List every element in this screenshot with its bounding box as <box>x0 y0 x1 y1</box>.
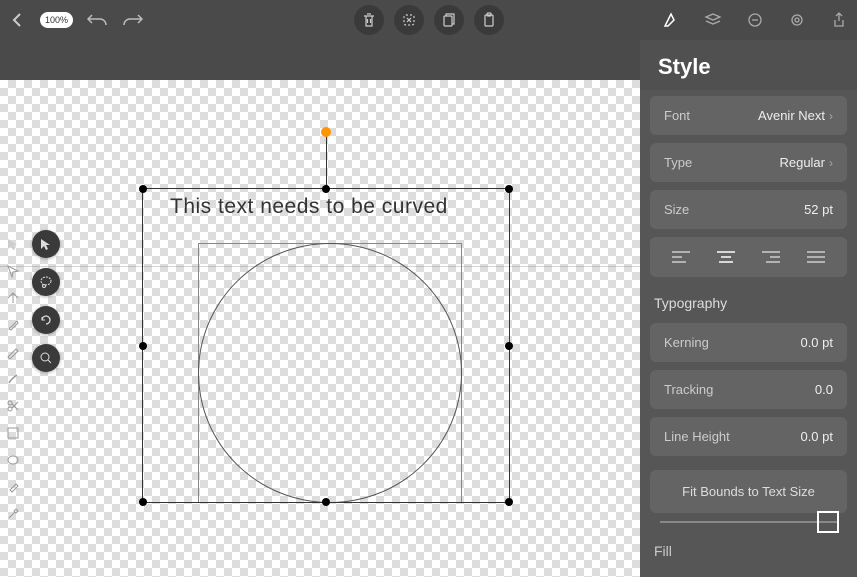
slider-thumb[interactable] <box>817 511 839 533</box>
brush-tool[interactable] <box>4 370 22 388</box>
topbar-right <box>661 10 857 30</box>
float-lasso-icon[interactable] <box>32 268 60 296</box>
handle-mid-left[interactable] <box>139 342 147 350</box>
kerning-row[interactable]: Kerning 0.0 pt <box>650 323 847 362</box>
fill-section-title: Fill <box>640 535 857 567</box>
size-value: 52 pt <box>804 202 833 217</box>
node-tool[interactable] <box>4 262 22 280</box>
type-row[interactable]: Type Regular › <box>650 143 847 182</box>
align-justify-button[interactable] <box>804 247 828 267</box>
line-height-row[interactable]: Line Height 0.0 pt <box>650 417 847 456</box>
type-value: Regular <box>779 155 825 170</box>
redo-button[interactable] <box>121 8 145 32</box>
share-icon[interactable] <box>829 10 849 30</box>
font-value: Avenir Next <box>758 108 825 123</box>
eraser-tool[interactable] <box>4 478 22 496</box>
fit-bounds-button[interactable]: Fit Bounds to Text Size <box>650 470 847 513</box>
selection-bounds[interactable] <box>142 188 510 503</box>
size-row[interactable]: Size 52 pt <box>650 190 847 229</box>
style-panel: Style Font Avenir Next › Type Regular › Si… <box>640 40 857 577</box>
float-rotate-icon[interactable] <box>32 306 60 334</box>
font-label: Font <box>664 108 690 123</box>
align-left-button[interactable] <box>669 247 693 267</box>
undo-button[interactable] <box>85 8 109 32</box>
floating-tools <box>32 230 60 372</box>
topbar: 100% <box>0 0 857 40</box>
minus-icon[interactable] <box>745 10 765 30</box>
line-height-value: 0.0 pt <box>800 429 833 444</box>
topbar-center <box>354 5 504 35</box>
float-search-icon[interactable] <box>32 344 60 372</box>
shape-tool[interactable] <box>4 424 22 442</box>
layers-icon[interactable] <box>703 10 723 30</box>
typography-title: Typography <box>640 283 857 317</box>
line-height-label: Line Height <box>664 429 730 444</box>
chevron-right-icon: › <box>829 156 833 170</box>
topbar-left: 100% <box>8 8 145 32</box>
handle-bottom-right[interactable] <box>505 498 513 506</box>
kerning-value: 0.0 pt <box>800 335 833 350</box>
handle-top-right[interactable] <box>505 185 513 193</box>
type-label: Type <box>664 155 692 170</box>
font-row[interactable]: Font Avenir Next › <box>650 96 847 135</box>
rotate-handle[interactable] <box>321 127 331 137</box>
float-select-icon[interactable] <box>32 230 60 258</box>
settings-icon[interactable] <box>787 10 807 30</box>
canvas[interactable]: This text needs to be curved <box>0 80 640 577</box>
scissors-tool[interactable] <box>4 397 22 415</box>
handle-top-center[interactable] <box>322 185 330 193</box>
tracking-row[interactable]: Tracking 0.0 <box>650 370 847 409</box>
back-button[interactable] <box>8 10 28 30</box>
copy-button[interactable] <box>434 5 464 35</box>
alignment-row <box>650 237 847 277</box>
typography-section: Kerning 0.0 pt Tracking 0.0 Line Height … <box>640 317 857 462</box>
handle-mid-right[interactable] <box>505 342 513 350</box>
tracking-label: Tracking <box>664 382 713 397</box>
eyedropper-tool[interactable] <box>4 505 22 523</box>
tracking-value: 0.0 <box>815 382 833 397</box>
align-center-button[interactable] <box>714 247 738 267</box>
chevron-right-icon: › <box>829 109 833 123</box>
anchor-tool[interactable] <box>4 289 22 307</box>
size-label: Size <box>664 202 689 217</box>
pencil-tool[interactable] <box>4 343 22 361</box>
pen-tool[interactable] <box>4 316 22 334</box>
handle-bottom-center[interactable] <box>322 498 330 506</box>
select-tool[interactable] <box>4 235 22 253</box>
delete-button[interactable] <box>354 5 384 35</box>
opacity-slider[interactable] <box>660 521 837 523</box>
ellipse-tool[interactable] <box>4 451 22 469</box>
align-right-button[interactable] <box>759 247 783 267</box>
panel-title: Style <box>640 40 857 90</box>
handle-top-left[interactable] <box>139 185 147 193</box>
font-section: Font Avenir Next › Type Regular › Size 52 … <box>640 90 857 283</box>
paste-button[interactable] <box>474 5 504 35</box>
canvas-area: This text needs to be curved <box>0 40 640 577</box>
cut-button[interactable] <box>394 5 424 35</box>
left-toolbar <box>4 235 22 523</box>
zoom-indicator[interactable]: 100% <box>40 12 73 28</box>
handle-bottom-left[interactable] <box>139 498 147 506</box>
kerning-label: Kerning <box>664 335 709 350</box>
style-tab-icon[interactable] <box>661 10 681 30</box>
